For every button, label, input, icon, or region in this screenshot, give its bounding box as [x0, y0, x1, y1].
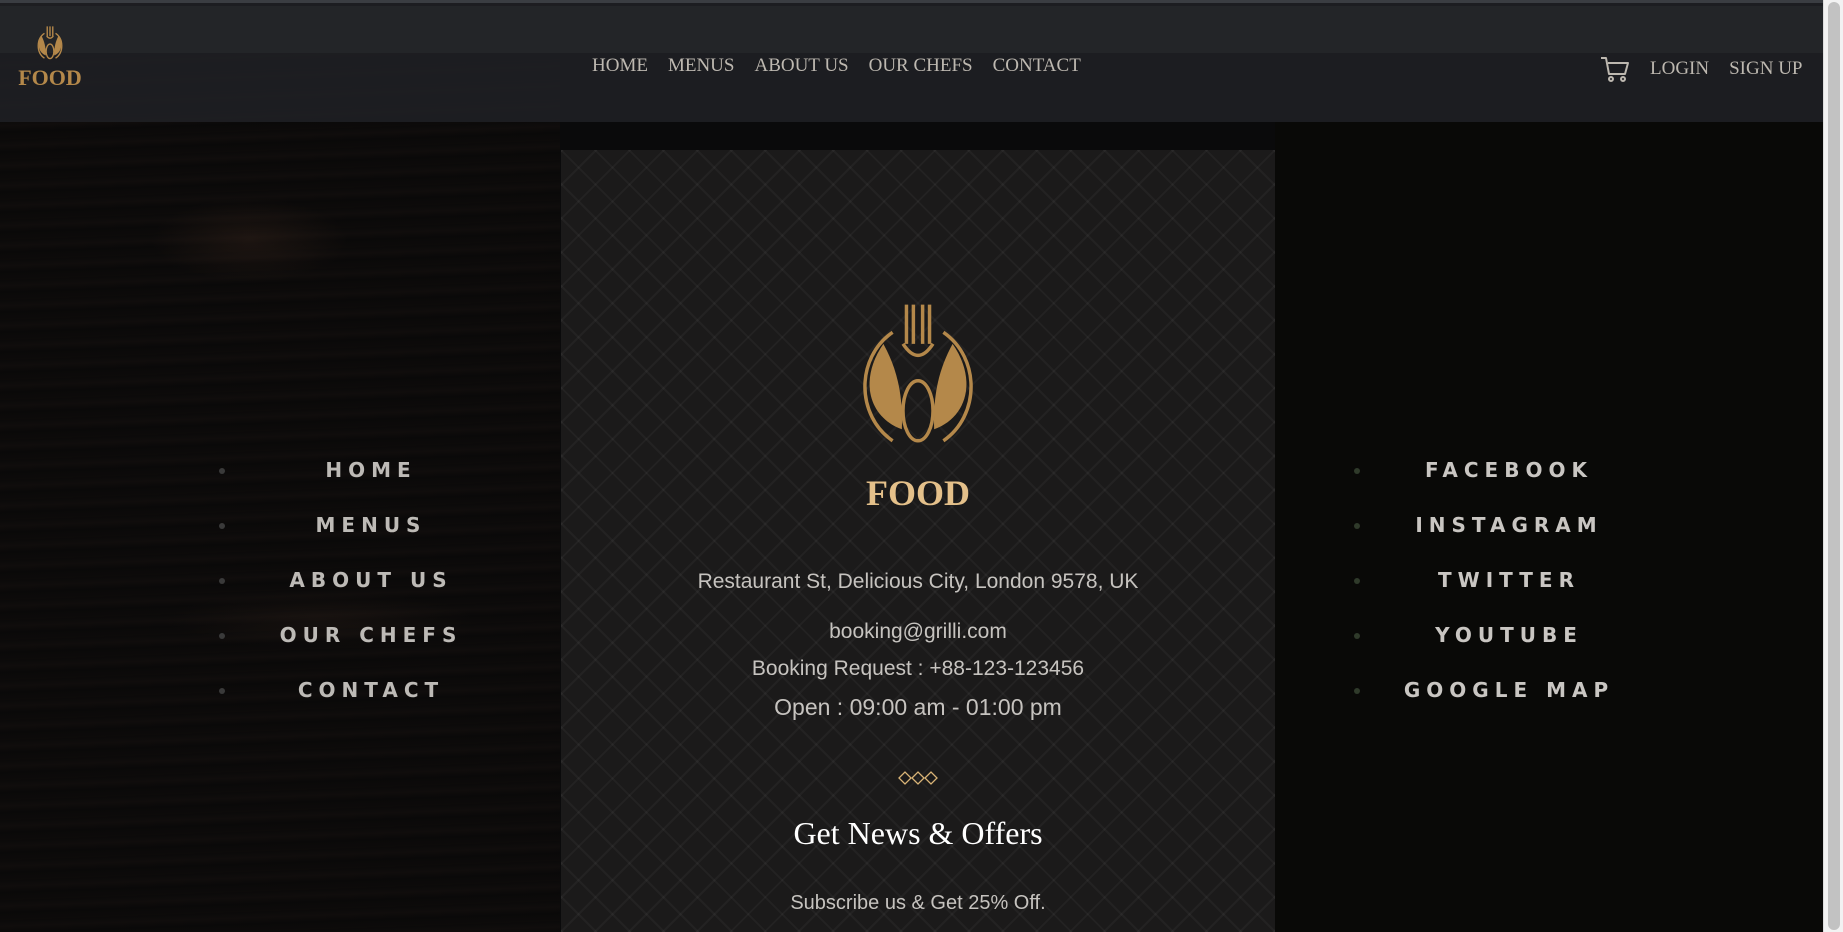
brand-name: FOOD	[18, 65, 82, 90]
nav-home[interactable]: HOME	[592, 55, 648, 77]
page-scrollbar[interactable]	[1823, 0, 1843, 932]
auth-links: LOGIN SIGN UP	[1600, 55, 1802, 83]
newsletter-subtitle: Subscribe us & Get 25% Off.	[790, 892, 1046, 914]
nav-menus[interactable]: MENUS	[668, 55, 735, 77]
nav-our-chefs[interactable]: OUR CHEFS	[869, 55, 973, 77]
social-item: TWITTER	[1352, 568, 1666, 623]
social-item: YOUTUBE	[1352, 623, 1666, 678]
site-header: FOOD HOME MENUS ABOUT US OUR CHEFS CONTA…	[0, 0, 1837, 122]
social-item: INSTAGRAM	[1352, 513, 1666, 568]
social-links: FACEBOOK INSTAGRAM TWITTER YOUTUBE GOOGL…	[1352, 458, 1666, 733]
footer-nav-menus[interactable]: MENUS	[216, 513, 526, 537]
footer-nav-item: CONTACT	[216, 678, 526, 733]
social-item: GOOGLE MAP	[1352, 678, 1666, 733]
email-link[interactable]: booking@grilli.com	[561, 620, 1275, 644]
footer-nav-item: HOME	[216, 458, 526, 513]
fork-spoon-icon	[863, 304, 973, 443]
booking-phone[interactable]: Booking Request : +88-123-123456	[561, 657, 1275, 681]
newsletter-title: Get News & Offers	[793, 815, 1043, 851]
address-text: Restaurant St, Delicious City, London 95…	[697, 570, 1139, 593]
footer-nav-item: OUR CHEFS	[216, 623, 526, 678]
nav-about-us[interactable]: ABOUT US	[754, 55, 848, 77]
login-link[interactable]: LOGIN	[1650, 58, 1709, 80]
shopping-cart-icon[interactable]	[1600, 55, 1630, 83]
social-twitter[interactable]: TWITTER	[1352, 568, 1666, 592]
scrollbar-thumb[interactable]	[1828, 2, 1840, 930]
footer-nav-our-chefs[interactable]: OUR CHEFS	[216, 623, 526, 647]
header-top-strip	[0, 6, 1837, 53]
footer-brand-panel: FOOD Restaurant St, Delicious City, Lond…	[561, 150, 1275, 932]
opening-hours: Open : 09:00 am - 01:00 pm	[774, 694, 1062, 720]
footer-nav: HOME MENUS ABOUT US OUR CHEFS CONTACT	[216, 458, 526, 733]
panel-brand-title: FOOD	[866, 473, 970, 513]
brand-logo[interactable]: FOOD	[14, 25, 86, 91]
diamonds-icon	[898, 771, 938, 785]
main-nav: HOME MENUS ABOUT US OUR CHEFS CONTACT	[592, 55, 1081, 77]
signup-link[interactable]: SIGN UP	[1729, 58, 1802, 80]
fork-spoon-icon	[37, 26, 63, 60]
footer-nav-about-us[interactable]: ABOUT US	[216, 568, 526, 592]
social-google-map[interactable]: GOOGLE MAP	[1352, 678, 1666, 702]
nav-contact[interactable]: CONTACT	[993, 55, 1081, 77]
social-facebook[interactable]: FACEBOOK	[1352, 458, 1666, 482]
social-youtube[interactable]: YOUTUBE	[1352, 623, 1666, 647]
social-instagram[interactable]: INSTAGRAM	[1352, 513, 1666, 537]
social-item: FACEBOOK	[1352, 458, 1666, 513]
footer-nav-item: ABOUT US	[216, 568, 526, 623]
footer-nav-contact[interactable]: CONTACT	[216, 678, 526, 702]
footer-nav-home[interactable]: HOME	[216, 458, 526, 482]
footer-nav-item: MENUS	[216, 513, 526, 568]
